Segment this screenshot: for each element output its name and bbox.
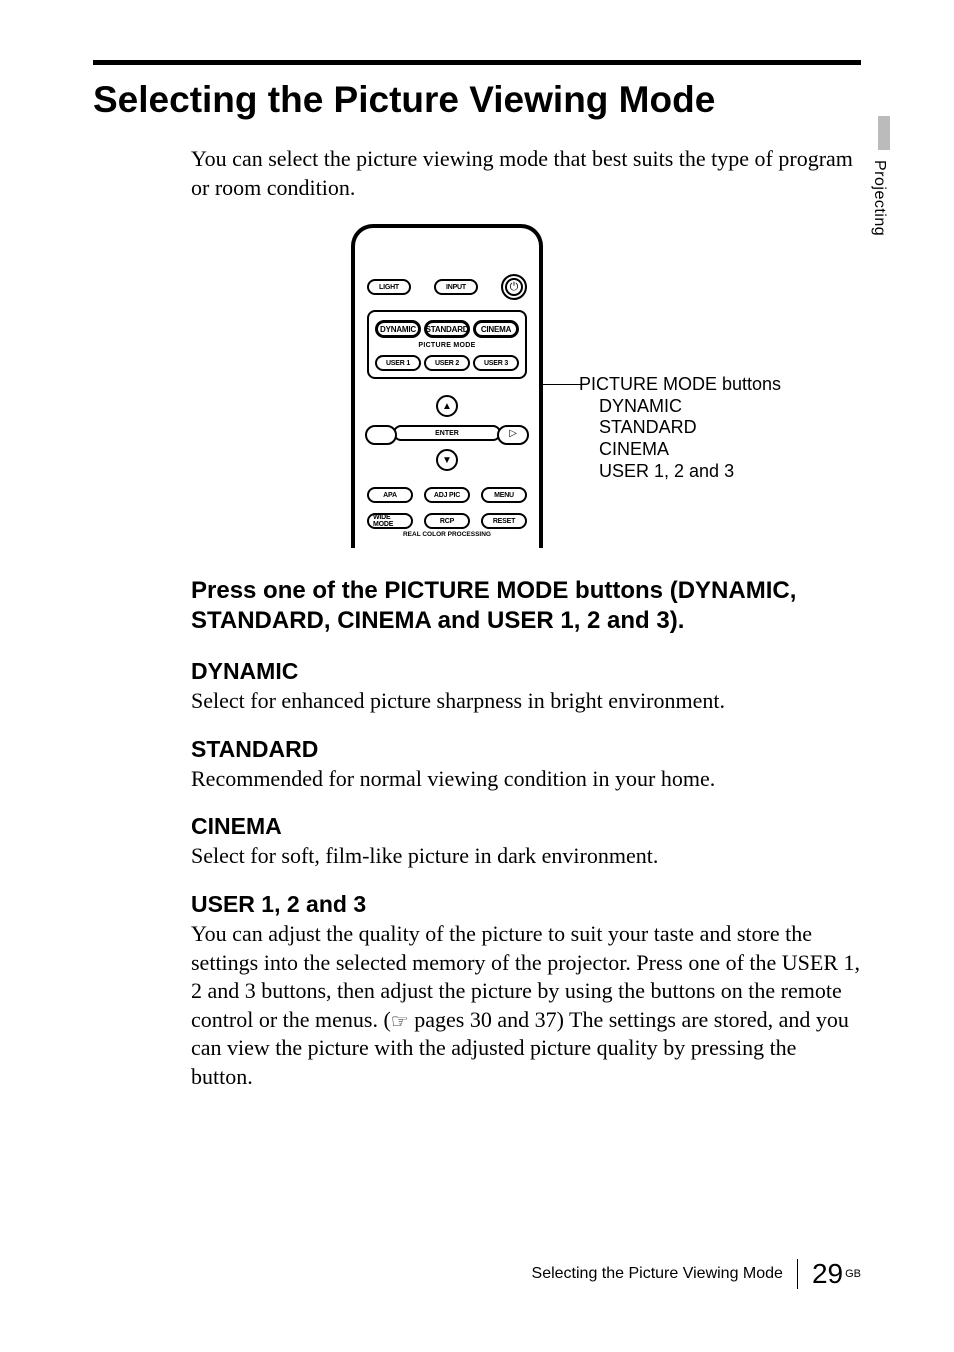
remote-user2-button: USER 2 bbox=[424, 355, 470, 371]
remote-user1-button: USER 1 bbox=[375, 355, 421, 371]
remote-widemode-button: WIDE MODE bbox=[367, 513, 413, 529]
remote-enter-button: ENTER bbox=[393, 425, 501, 441]
remote-user3-button: USER 3 bbox=[473, 355, 519, 371]
remote-illustration: LIGHT INPUT ⏻ DYNAMIC STANDARD CINEMA PI… bbox=[351, 224, 543, 548]
mode-user-heading: USER 1, 2 and 3 bbox=[191, 891, 861, 918]
picture-mode-group: DYNAMIC STANDARD CINEMA PICTURE MODE USE… bbox=[367, 310, 527, 379]
remote-apa-button: APA bbox=[367, 487, 413, 503]
callout-leader-line bbox=[543, 384, 583, 385]
mode-dynamic-heading: DYNAMIC bbox=[191, 658, 861, 685]
remote-menu-button: MENU bbox=[481, 487, 527, 503]
remote-standard-button: STANDARD bbox=[424, 320, 470, 338]
instruction-heading: Press one of the PICTURE MODE buttons (D… bbox=[191, 576, 861, 636]
footer-divider bbox=[797, 1259, 798, 1289]
tab-marker bbox=[878, 116, 890, 150]
mode-user-ref: pages 30 and 37 bbox=[409, 1007, 557, 1032]
callout-item: USER 1, 2 and 3 bbox=[599, 461, 781, 483]
title-rule bbox=[93, 60, 861, 65]
footer-title: Selecting the Picture Viewing Mode bbox=[532, 1265, 783, 1283]
page-lang: GB bbox=[845, 1268, 861, 1280]
arrow-up-icon: ▲ bbox=[436, 395, 458, 417]
arrow-down-icon: ▼ bbox=[436, 449, 458, 471]
arrow-right-icon: ▷ bbox=[509, 428, 517, 439]
mode-user-text: You can adjust the quality of the pictur… bbox=[191, 920, 861, 1092]
callout-item: DYNAMIC bbox=[599, 396, 781, 418]
picture-mode-label: PICTURE MODE bbox=[375, 342, 519, 349]
mode-standard-heading: STANDARD bbox=[191, 736, 861, 763]
nav-cluster: ▲ ◁ ENTER ▷ ▼ bbox=[367, 385, 527, 477]
remote-input-button: INPUT bbox=[434, 279, 478, 295]
reference-icon: ☞ bbox=[391, 1009, 409, 1035]
remote-rcp-button: RCP bbox=[424, 513, 470, 529]
callout-title: PICTURE MODE buttons bbox=[579, 374, 781, 394]
remote-cinema-button: CINEMA bbox=[473, 320, 519, 338]
mode-cinema-text: Select for soft, film-like picture in da… bbox=[191, 842, 861, 871]
callout-text: PICTURE MODE buttons DYNAMIC STANDARD CI… bbox=[579, 374, 781, 482]
remote-dynamic-button: DYNAMIC bbox=[375, 320, 421, 338]
section-tab: Projecting bbox=[858, 116, 882, 230]
remote-adjpic-button: ADJ PIC bbox=[424, 487, 470, 503]
mode-standard-text: Recommended for normal viewing condition… bbox=[191, 765, 861, 794]
power-icon: ⏻ bbox=[501, 274, 527, 300]
page-number: 29 bbox=[812, 1258, 843, 1290]
mode-dynamic-text: Select for enhanced picture sharpness in… bbox=[191, 687, 861, 716]
mode-cinema-heading: CINEMA bbox=[191, 813, 861, 840]
remote-light-button: LIGHT bbox=[367, 279, 411, 295]
page-footer: Selecting the Picture Viewing Mode 29 GB bbox=[532, 1258, 861, 1290]
intro-text: You can select the picture viewing mode … bbox=[191, 145, 861, 202]
rcp-label: REAL COLOR PROCESSING bbox=[367, 531, 527, 538]
callout-item: CINEMA bbox=[599, 439, 781, 461]
page-title: Selecting the Picture Viewing Mode bbox=[93, 79, 861, 121]
callout-item: STANDARD bbox=[599, 417, 781, 439]
remote-reset-button: RESET bbox=[481, 513, 527, 529]
tab-label: Projecting bbox=[870, 160, 888, 236]
